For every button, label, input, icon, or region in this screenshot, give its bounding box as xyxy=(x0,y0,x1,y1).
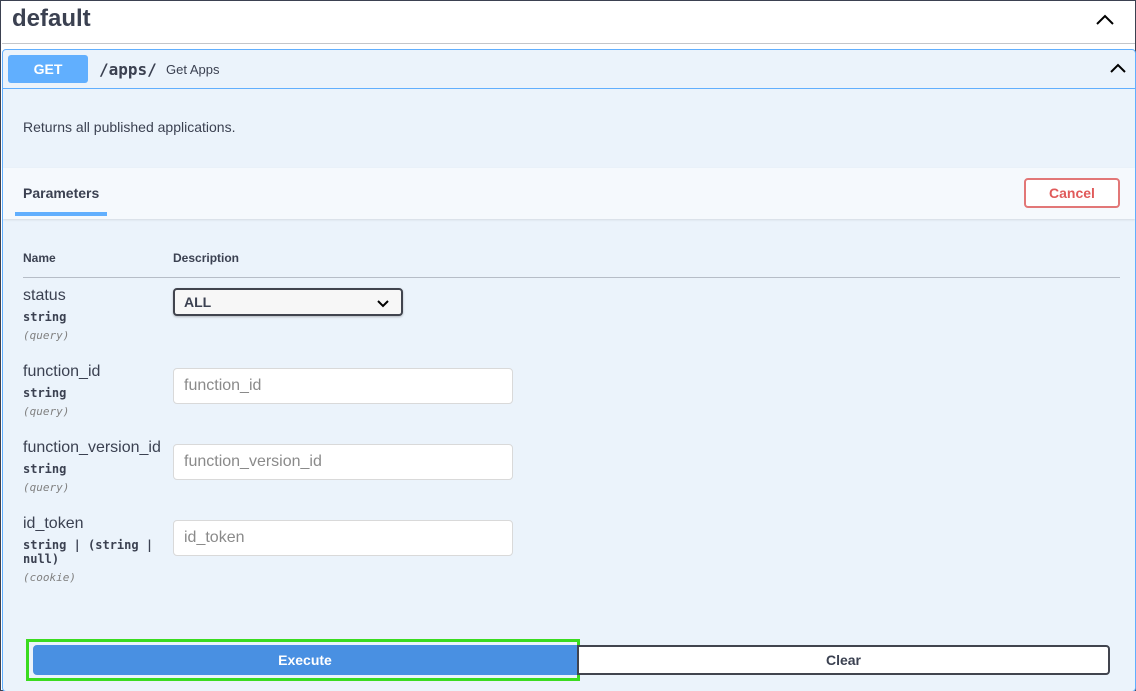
operation-summary-text: Get Apps xyxy=(166,62,220,77)
function-version-id-input[interactable] xyxy=(173,444,513,480)
function-id-input[interactable] xyxy=(173,368,513,404)
param-location: (query) xyxy=(23,329,70,342)
header-divider xyxy=(23,277,1120,278)
param-type: string xyxy=(23,386,67,400)
chevron-up-icon[interactable] xyxy=(1094,11,1116,29)
chevron-up-icon[interactable] xyxy=(1108,60,1128,76)
param-name: status xyxy=(23,287,66,304)
param-type: null) xyxy=(23,552,60,566)
param-type: string | (string | xyxy=(23,538,154,552)
clear-button[interactable]: Clear xyxy=(577,645,1110,675)
param-name: function_version_id xyxy=(23,439,161,456)
operation-description: Returns all published applications. xyxy=(23,119,236,135)
column-header-description: Description xyxy=(173,251,240,265)
param-name: id_token xyxy=(23,515,84,532)
param-type: string xyxy=(23,310,67,324)
operation-summary[interactable]: GET /apps/ Get Apps xyxy=(3,50,1135,89)
section-header[interactable]: default xyxy=(2,1,1136,44)
execute-button[interactable]: Execute xyxy=(33,645,577,675)
status-select[interactable]: ALL xyxy=(173,288,403,316)
tab-underline xyxy=(15,212,107,216)
param-location: (query) xyxy=(23,405,70,418)
param-name: function_id xyxy=(23,363,101,380)
chevron-down-icon xyxy=(377,300,389,308)
param-location: (query) xyxy=(23,481,70,494)
param-location: (cookie) xyxy=(23,571,76,584)
operation-block: GET /apps/ Get Apps Returns all publishe… xyxy=(2,49,1136,691)
cancel-button[interactable]: Cancel xyxy=(1024,178,1120,208)
id-token-input[interactable] xyxy=(173,520,513,556)
parameters-header: Parameters Cancel xyxy=(3,168,1135,219)
param-type: string xyxy=(23,462,67,476)
swagger-panel: default GET /apps/ Get Apps Returns all … xyxy=(0,0,1136,691)
operation-path: /apps/ xyxy=(99,60,157,79)
tab-parameters[interactable]: Parameters xyxy=(23,185,99,201)
column-header-name: Name xyxy=(23,251,56,265)
section-title: default xyxy=(12,5,91,32)
method-badge: GET xyxy=(8,55,88,83)
status-select-value: ALL xyxy=(184,294,212,310)
